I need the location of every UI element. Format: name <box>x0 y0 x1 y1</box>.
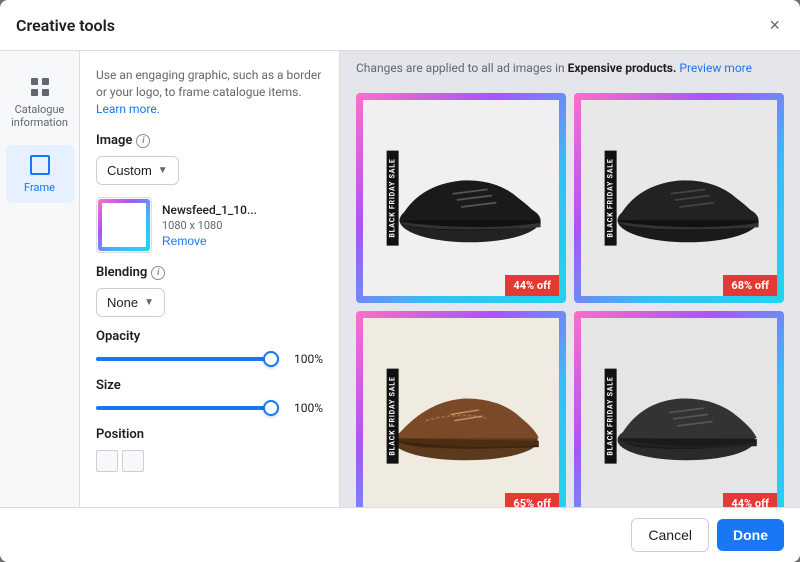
blending-dropdown[interactable]: None ▼ <box>96 288 165 317</box>
image-thumbnail <box>96 197 152 253</box>
size-section: Size 100% <box>96 378 323 415</box>
blending-info-icon[interactable]: i <box>151 266 165 280</box>
opacity-section: Opacity 100% <box>96 329 323 366</box>
preview-card-2: BLACK FRIDAY SALE <box>574 93 784 303</box>
opacity-label: Opacity <box>96 329 323 344</box>
modal-footer: Cancel Done <box>0 507 800 562</box>
opacity-slider[interactable] <box>96 357 279 361</box>
opacity-value: 100% <box>287 352 323 366</box>
blending-section: Blending i None ▼ <box>96 265 323 317</box>
product-name: Expensive products. <box>568 61 677 75</box>
image-info: Newsfeed_1_10... 1080 x 1080 Remove <box>162 203 257 248</box>
panel-description: Use an engaging graphic, such as a borde… <box>96 67 323 117</box>
position-label: Position <box>96 427 323 442</box>
opacity-slider-row: 100% <box>96 352 323 366</box>
shoe-image-1: BLACK FRIDAY SALE <box>356 93 566 303</box>
remove-image-button[interactable]: Remove <box>162 234 257 248</box>
shoe-image-4: BLACK FRIDAY SALE <box>574 311 784 507</box>
size-value: 100% <box>287 401 323 415</box>
discount-badge-1: 44% off <box>505 275 559 296</box>
shoe-image-3: BLACK FRIDAY SALE <box>356 311 566 507</box>
discount-badge-4: 44% off <box>723 493 777 507</box>
image-dimensions: 1080 x 1080 <box>162 219 257 232</box>
shoe-image-2: BLACK FRIDAY SALE <box>574 93 784 303</box>
close-button[interactable]: × <box>765 12 784 38</box>
image-info-icon[interactable]: i <box>136 134 150 148</box>
discount-badge-2: 68% off <box>723 275 777 296</box>
size-slider-row: 100% <box>96 401 323 415</box>
done-button[interactable]: Done <box>717 519 784 551</box>
sale-label-1: BLACK FRIDAY SALE <box>387 150 399 245</box>
image-dropdown[interactable]: Custom ▼ <box>96 156 179 185</box>
cancel-button[interactable]: Cancel <box>631 518 709 552</box>
modal-header: Creative tools × <box>0 0 800 51</box>
preview-more-link[interactable]: Preview more <box>679 61 752 75</box>
shoe-svg-1 <box>373 110 549 286</box>
position-section: Position <box>96 427 323 472</box>
discount-badge-3: 65% off <box>505 493 559 507</box>
blending-label: Blending i <box>96 265 323 280</box>
sale-label-3: BLACK FRIDAY SALE <box>387 368 399 463</box>
creative-tools-modal: Creative tools × Catalogueinformation <box>0 0 800 562</box>
pos-top-left[interactable] <box>96 450 118 472</box>
modal-body: Catalogueinformation Frame Use an engagi… <box>0 51 800 507</box>
sidebar-item-frame[interactable]: Frame <box>6 145 74 202</box>
sidebar-catalogue-label: Catalogueinformation <box>11 103 68 129</box>
sidebar-item-catalogue[interactable]: Catalogueinformation <box>6 67 74 137</box>
grid-icon <box>28 75 52 99</box>
frame-icon <box>28 153 52 177</box>
pos-top-center[interactable] <box>122 450 144 472</box>
image-preview-row: Newsfeed_1_10... 1080 x 1080 Remove <box>96 197 323 253</box>
right-panel: Changes are applied to all ad images in … <box>340 51 800 507</box>
preview-card-4: BLACK FRIDAY SALE <box>574 311 784 507</box>
sale-label-2: BLACK FRIDAY SALE <box>605 150 617 245</box>
image-section: Image i Custom ▼ Newsfeed_1_10... 108 <box>96 133 323 253</box>
image-name: Newsfeed_1_10... <box>162 203 257 217</box>
blending-chevron-icon: ▼ <box>144 297 154 308</box>
preview-header: Changes are applied to all ad images in … <box>340 51 800 85</box>
left-panel: Use an engaging graphic, such as a borde… <box>80 51 340 507</box>
chevron-down-icon: ▼ <box>158 165 168 176</box>
preview-grid: BLACK FRIDAY SALE <box>340 85 800 507</box>
position-grid <box>96 450 323 472</box>
learn-more-link[interactable]: Learn more. <box>96 102 160 116</box>
image-section-label: Image i <box>96 133 323 148</box>
sidebar-nav: Catalogueinformation Frame <box>0 51 80 507</box>
size-slider[interactable] <box>96 406 279 410</box>
sale-label-4: BLACK FRIDAY SALE <box>605 368 617 463</box>
preview-card-3: BLACK FRIDAY SALE <box>356 311 566 507</box>
modal-title: Creative tools <box>16 16 115 35</box>
size-label: Size <box>96 378 323 393</box>
shoe-svg-4 <box>591 328 767 504</box>
preview-card-1: BLACK FRIDAY SALE <box>356 93 566 303</box>
shoe-svg-3 <box>373 328 549 504</box>
shoe-svg-2 <box>591 110 767 286</box>
sidebar-frame-label: Frame <box>24 181 55 194</box>
